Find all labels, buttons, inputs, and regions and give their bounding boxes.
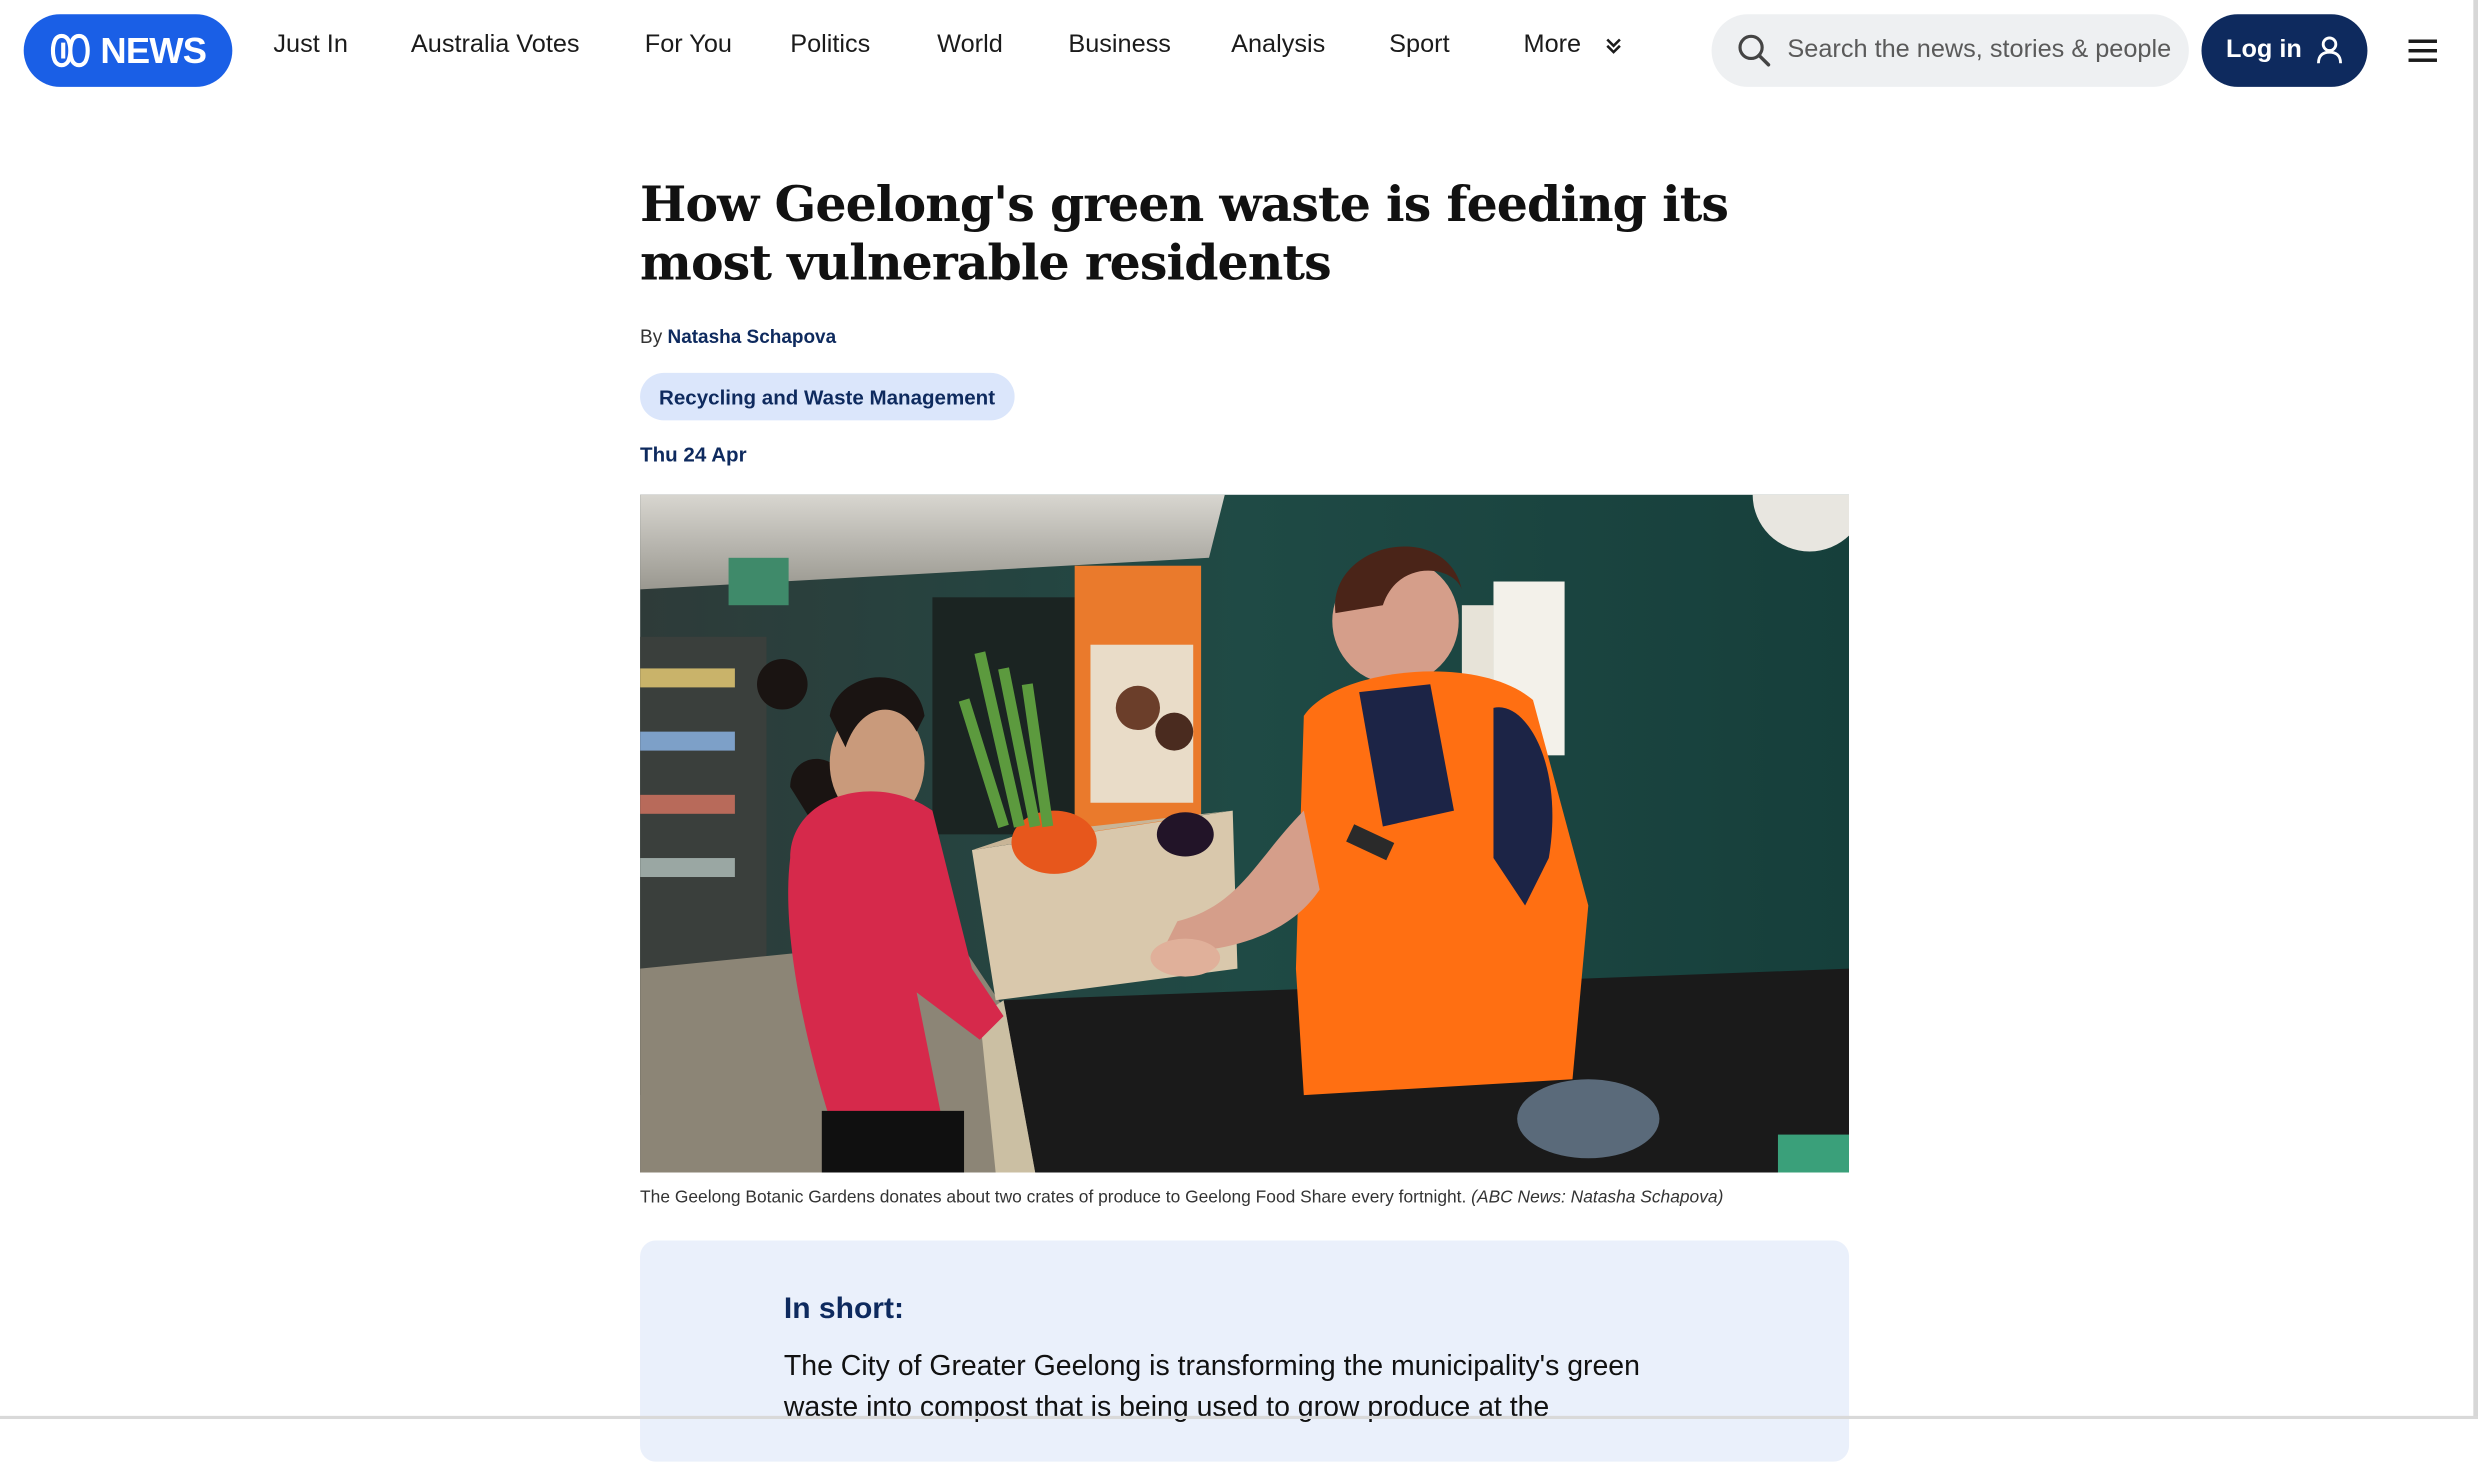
nav-politics[interactable]: Politics (790, 32, 870, 60)
logo-text: NEWS (100, 29, 207, 71)
publish-date: Thu 24 Apr (640, 442, 747, 467)
chevron-double-down-icon (1606, 38, 1621, 54)
photo-caption: The Geelong Botanic Gardens donates abou… (640, 1188, 1723, 1207)
search-input[interactable] (1784, 34, 2183, 67)
abc-logo-mark-icon (50, 33, 89, 68)
article-headline: How Geelong's green waste is feeding its… (640, 176, 1729, 293)
user-icon (2317, 36, 2343, 64)
caption-credit: (ABC News: Natasha Schapova) (1471, 1188, 1724, 1208)
abc-news-logo[interactable]: NEWS (23, 14, 233, 87)
hero-photo-illustration (640, 494, 1850, 1173)
nav-more-button[interactable]: More (1524, 32, 1623, 60)
nav-sport[interactable]: Sport (1389, 32, 1449, 60)
byline: By Natasha Schapova (640, 326, 836, 348)
login-label: Log in (2225, 36, 2302, 64)
nav-australia-votes[interactable]: Australia Votes (411, 32, 580, 60)
nav-more-label: More (1523, 31, 1582, 59)
in-short-title: In short: (783, 1292, 904, 1326)
nav-analysis[interactable]: Analysis (1231, 32, 1325, 60)
in-short-box: In short: The City of Greater Geelong is… (640, 1240, 1850, 1462)
byline-prefix: By (640, 325, 663, 348)
search-box[interactable] (1711, 14, 2189, 87)
search-icon (1738, 34, 1771, 67)
nav-for-you[interactable]: For You (645, 32, 732, 60)
author-link[interactable]: Natasha Schapova (667, 326, 836, 348)
nav-just-in[interactable]: Just In (273, 32, 348, 60)
topic-tag[interactable]: Recycling and Waste Management (640, 372, 1015, 421)
top-navigation-bar: NEWS Just In Australia Votes For You Pol… (0, 0, 2478, 102)
hero-photo (640, 494, 1850, 1173)
caption-text: The Geelong Botanic Gardens donates abou… (640, 1188, 1467, 1208)
hamburger-menu-icon[interactable] (2405, 35, 2440, 67)
nav-business[interactable]: Business (1068, 32, 1171, 60)
nav-world[interactable]: World (937, 32, 1003, 60)
scrollbar-track[interactable] (2473, 0, 2478, 1420)
in-short-text: The City of Greater Geelong is transform… (783, 1349, 1640, 1423)
login-button[interactable]: Log in (2201, 14, 2368, 87)
